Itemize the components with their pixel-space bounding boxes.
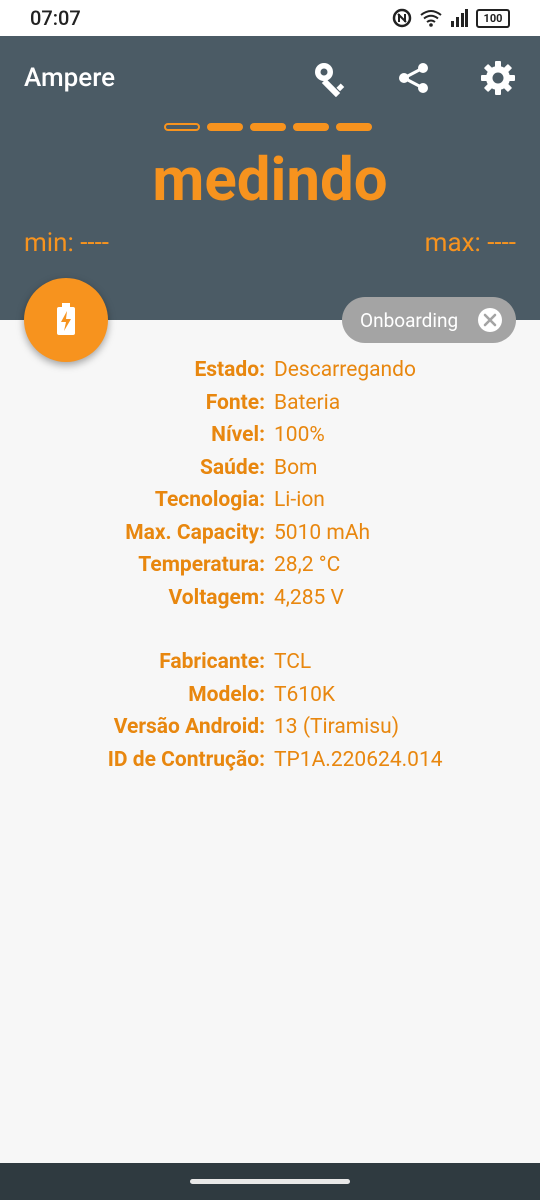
info-value: 13 (Tiramisu): [274, 715, 400, 739]
info-label: Fabricante:: [159, 650, 265, 674]
info-label: Nível:: [211, 423, 265, 447]
info-row: Max. Capacity: 5010 mAh: [0, 521, 540, 554]
close-icon[interactable]: [478, 308, 502, 332]
info-label: ID de Contrução:: [107, 747, 265, 772]
info-row: Fonte: Bateria: [0, 391, 540, 424]
info-row: Estado: Descarregando: [0, 358, 540, 391]
info-label: Max. Capacity:: [125, 520, 265, 545]
status-bar: 07:07 100: [0, 0, 540, 36]
info-value: 28,2 °C: [274, 553, 341, 577]
progress-dash: [293, 123, 329, 131]
measurement-progress: [164, 123, 372, 131]
signal-icon: [451, 9, 468, 27]
info-row: Nível: 100%: [0, 423, 540, 456]
battery-fab-button[interactable]: [24, 278, 108, 362]
navigation-bar: [0, 1163, 540, 1200]
info-row: Voltagem: 4,285 V: [0, 586, 540, 619]
wifi-icon: [420, 10, 442, 27]
progress-dash: [250, 123, 286, 131]
info-value: Li-ion: [274, 488, 325, 512]
info-row: Saúde: Bom: [0, 456, 540, 489]
info-label: Versão Android:: [113, 715, 265, 739]
progress-dash: [336, 123, 372, 131]
info-value: Descarregando: [274, 358, 416, 382]
nfc-icon: [392, 8, 412, 28]
battery-info-list: Estado: Descarregando Fonte: Bateria Nível…: [0, 358, 540, 780]
info-value: 5010 mAh: [274, 520, 371, 545]
app-header: Ampere medindo min: ---- max: ----: [0, 36, 540, 320]
battery-charging-icon: [57, 303, 75, 335]
min-value: min: ----: [24, 228, 109, 258]
info-label: Voltagem:: [168, 585, 265, 610]
progress-dash: [207, 123, 243, 131]
info-row: Versão Android: 13 (Tiramisu): [0, 715, 540, 748]
progress-dash: [164, 123, 200, 131]
status-time: 07:07: [30, 6, 81, 30]
info-label: Saúde:: [199, 455, 265, 480]
info-row: Fabricante: TCL: [0, 650, 540, 683]
onboarding-label: Onboarding: [360, 308, 459, 332]
info-value: TP1A.220624.014: [274, 747, 443, 772]
info-value: TCL: [274, 650, 312, 674]
share-icon[interactable]: [394, 58, 434, 98]
measuring-status: medindo: [152, 144, 388, 215]
info-label: Estado:: [194, 358, 265, 382]
home-gesture-handle[interactable]: [190, 1179, 350, 1184]
status-icons: 100: [392, 8, 510, 28]
battery-indicator: 100: [476, 8, 510, 28]
info-value: T610K: [274, 682, 336, 707]
info-row: Tecnologia: Li-ion: [0, 488, 540, 521]
info-row: Temperatura: 28,2 °C: [0, 553, 540, 586]
onboarding-chip[interactable]: Onboarding: [342, 297, 516, 343]
info-label: Temperatura:: [138, 553, 265, 577]
info-value: 100%: [274, 423, 325, 447]
app-title: Ampere: [24, 63, 116, 93]
info-row: Modelo: T610K: [0, 683, 540, 716]
max-value: max: ----: [424, 228, 516, 258]
info-value: 4,285 V: [274, 585, 344, 610]
settings-icon[interactable]: [478, 58, 518, 98]
info-row: ID de Contrução: TP1A.220624.014: [0, 748, 540, 781]
info-label: Modelo:: [188, 682, 265, 707]
info-label: Fonte:: [205, 390, 265, 415]
info-label: Tecnologia:: [154, 488, 265, 512]
info-value: Bateria: [274, 390, 341, 415]
info-value: Bom: [274, 455, 318, 480]
key-icon[interactable]: [310, 58, 350, 98]
